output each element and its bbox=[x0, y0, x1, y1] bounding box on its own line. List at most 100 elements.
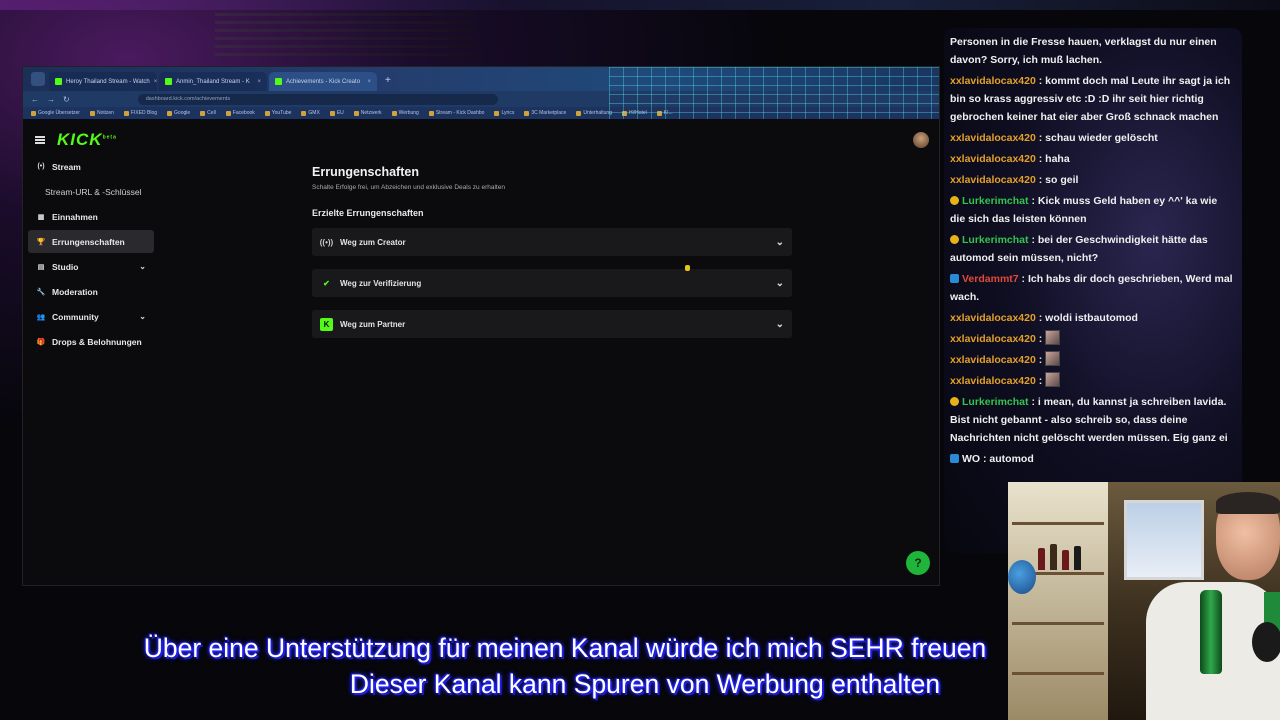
kick-header: KICKbeta bbox=[23, 119, 939, 161]
achievement-accordion[interactable]: ((•)) Weg zum Creator ⌄ bbox=[312, 228, 792, 256]
achievement-label: Weg zum Partner bbox=[340, 319, 406, 329]
chat-username[interactable]: xxlavidalocax420 bbox=[950, 174, 1036, 186]
kick-logo[interactable]: KICKbeta bbox=[57, 130, 117, 150]
sidebar: (•) Stream Stream-URL & -Schlüssel ▦ Einnahm… bbox=[28, 155, 154, 355]
new-tab-button[interactable]: + bbox=[385, 75, 391, 86]
bookmark-item[interactable]: Lyrics bbox=[494, 110, 514, 116]
page-title: Errungenschaften bbox=[312, 165, 419, 179]
chat-message: Lurkerimchat : bei der Geschwindigkeit h… bbox=[950, 231, 1234, 267]
chat-emote bbox=[1045, 351, 1061, 366]
community-icon: 👥 bbox=[36, 313, 46, 321]
webcam-feed bbox=[1008, 482, 1280, 720]
chat-username[interactable]: xxlavidalocax420 bbox=[950, 153, 1036, 165]
tab-anmin[interactable]: Anmin_Thailand Stream - K × bbox=[159, 72, 267, 91]
sidebar-item-errungenschaften[interactable]: 🏆 Errungenschaften bbox=[28, 230, 154, 253]
browser-window: Heroy Thailand Stream - Watch × Anmin_Tha… bbox=[22, 66, 940, 586]
sidebar-item-drops-belohnungen[interactable]: 🎁 Drops & Belohnungen bbox=[28, 330, 154, 353]
bookmark-item[interactable]: Google bbox=[167, 110, 190, 116]
chat-text: schau wieder gelöscht bbox=[1045, 132, 1158, 144]
bookmark-item[interactable]: 3C Marketplace bbox=[524, 110, 566, 116]
back-icon[interactable]: ← bbox=[31, 95, 39, 104]
tab-heroy[interactable]: Heroy Thailand Stream - Watch × bbox=[49, 72, 157, 91]
chat-separator: : bbox=[1018, 273, 1028, 285]
browser-menu-icon[interactable] bbox=[31, 72, 45, 86]
chat-separator: : bbox=[1028, 195, 1038, 207]
bookmark-item[interactable]: Notizen bbox=[90, 110, 114, 116]
bookmark-item[interactable]: Netzwerk bbox=[354, 110, 382, 116]
sidebar-item-einnahmen[interactable]: ▦ Einnahmen bbox=[28, 205, 154, 228]
bookmark-item[interactable]: Unterhaltung bbox=[576, 110, 612, 116]
chat-message: Lurkerimchat : i mean, du kannst ja schr… bbox=[950, 393, 1234, 447]
sidebar-item-label: Studio bbox=[52, 261, 79, 272]
avatar[interactable] bbox=[913, 132, 929, 148]
gift-icon: 🎁 bbox=[36, 338, 46, 346]
achievement-accordion[interactable]: ✔ Weg zur Verifizierung ⌄ bbox=[312, 269, 792, 297]
chat-text: Personen in die Fresse hauen, verklagst … bbox=[950, 36, 1217, 66]
chat-username[interactable]: Lurkerimchat bbox=[962, 396, 1029, 408]
bookmark-item[interactable]: EU bbox=[330, 110, 344, 116]
bookmark-item[interactable]: KI... bbox=[657, 110, 673, 116]
chat-username[interactable]: Verdammt7 bbox=[962, 273, 1019, 285]
decorative-glow bbox=[0, 0, 1280, 10]
sidebar-item-studio[interactable]: ▤ Studio ⌄ bbox=[28, 255, 154, 278]
chat-username[interactable]: WO bbox=[962, 453, 980, 465]
bookmark-item[interactable]: YouTube bbox=[265, 110, 292, 116]
chat-message: xxlavidalocax420 : kommt doch mal Leute … bbox=[950, 72, 1234, 126]
decorative-streaks bbox=[215, 8, 475, 68]
globe bbox=[1008, 560, 1036, 594]
tab-achievements[interactable]: Achievements - Kick Creato × bbox=[269, 72, 377, 91]
chat-username[interactable]: xxlavidalocax420 bbox=[950, 75, 1036, 87]
tab-strip: Heroy Thailand Stream - Watch × Anmin_Tha… bbox=[23, 67, 939, 122]
chat-username[interactable]: xxlavidalocax420 bbox=[950, 132, 1036, 144]
chevron-down-icon: ⌄ bbox=[775, 277, 784, 289]
sidebar-item-stream[interactable]: (•) Stream bbox=[28, 155, 154, 178]
chevron-down-icon: ⌄ bbox=[139, 262, 146, 271]
wrench-icon: 🔧 bbox=[36, 288, 46, 296]
close-icon[interactable]: × bbox=[154, 79, 157, 85]
bookmark-item[interactable]: Hi!Hotel bbox=[622, 110, 647, 116]
reload-icon[interactable]: ↻ bbox=[63, 95, 70, 104]
chat-username[interactable]: xxlavidalocax420 bbox=[950, 354, 1036, 366]
url-input[interactable]: dashboard.kick.com/achievements bbox=[137, 93, 498, 105]
close-icon[interactable]: × bbox=[257, 79, 261, 85]
chat-message: xxlavidalocax420 : bbox=[950, 351, 1234, 369]
chat-text: woldi istbautomod bbox=[1045, 312, 1138, 324]
chat-username[interactable]: xxlavidalocax420 bbox=[950, 375, 1036, 387]
kick-favicon-icon bbox=[55, 78, 62, 85]
forward-icon[interactable]: → bbox=[47, 95, 55, 104]
microphone bbox=[1252, 622, 1280, 662]
bookmark-item[interactable]: Stream - Kick Dashbo bbox=[429, 110, 485, 116]
broadcast-icon: (•) bbox=[37, 163, 45, 170]
bookmark-item[interactable]: Cell bbox=[200, 110, 216, 116]
chat-username[interactable]: Lurkerimchat bbox=[962, 234, 1029, 246]
logo-beta: beta bbox=[102, 134, 117, 141]
chat-username[interactable]: xxlavidalocax420 bbox=[950, 333, 1036, 345]
kick-dashboard: KICKbeta (•) Stream Stream-URL & -Schlüsse… bbox=[23, 119, 939, 585]
chevron-down-icon: ⌄ bbox=[139, 312, 146, 321]
bookmark-item[interactable]: GMX bbox=[301, 110, 319, 116]
sidebar-item-stream-url-schlüssel[interactable]: Stream-URL & -Schlüssel bbox=[28, 180, 154, 203]
chat-badge-icon bbox=[950, 454, 959, 463]
sidebar-item-community[interactable]: 👥 Community ⌄ bbox=[28, 305, 154, 328]
chat-badge-icon bbox=[950, 274, 959, 283]
sidebar-item-moderation[interactable]: 🔧 Moderation bbox=[28, 280, 154, 303]
bookmark-item[interactable]: FIXED Blog bbox=[124, 110, 157, 116]
bookmark-item[interactable]: Werbung bbox=[392, 110, 419, 116]
close-icon[interactable]: × bbox=[367, 79, 371, 85]
help-button[interactable]: ? bbox=[906, 551, 930, 575]
subtitle-line-2: Dieser Kanal kann Spuren von Werbung ent… bbox=[349, 669, 941, 699]
mouse-cursor bbox=[685, 265, 690, 271]
streamer bbox=[1146, 492, 1280, 720]
kick-favicon-icon bbox=[165, 78, 172, 85]
bottle bbox=[1200, 590, 1222, 674]
trophy-icon: 🏆 bbox=[36, 238, 46, 246]
shelf bbox=[1008, 482, 1108, 720]
chat-username[interactable]: Lurkerimchat bbox=[962, 195, 1029, 207]
bookmark-item[interactable]: Google Übersetzer bbox=[31, 110, 80, 116]
bookmark-item[interactable]: Facebook bbox=[226, 110, 255, 116]
chat-username[interactable]: xxlavidalocax420 bbox=[950, 312, 1036, 324]
verified-badge-icon: ✔ bbox=[323, 278, 330, 288]
hamburger-menu-icon[interactable] bbox=[35, 136, 45, 144]
tab-label: Heroy Thailand Stream - Watch bbox=[66, 78, 150, 85]
achievement-accordion[interactable]: K Weg zum Partner ⌄ bbox=[312, 310, 792, 338]
